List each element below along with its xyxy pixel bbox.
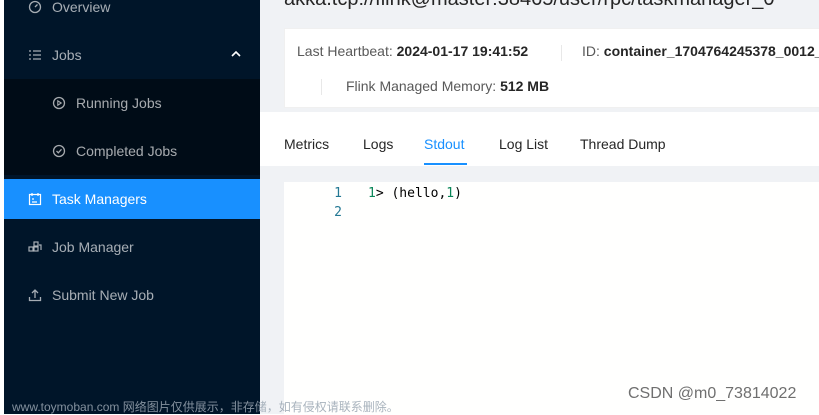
active-tab-indicator xyxy=(424,163,467,165)
tab-log-list[interactable]: Log List xyxy=(499,112,548,164)
divider xyxy=(321,79,322,95)
main-content: akka.tcp://flink@master:38465/user/rpc/t… xyxy=(260,0,819,414)
heartbeat-label: Last Heartbeat: xyxy=(297,43,393,59)
sidebar-item-jobs[interactable]: Jobs xyxy=(4,35,260,75)
schedule-icon xyxy=(28,192,42,206)
tab-stdout[interactable]: Stdout xyxy=(424,112,464,164)
dashboard-icon xyxy=(28,0,42,14)
sidebar-item-submit-new-job[interactable]: Submit New Job xyxy=(4,275,260,315)
code-line[interactable]: 1> (hello,1) xyxy=(368,186,462,201)
tab-logs[interactable]: Logs xyxy=(363,112,393,164)
line-number: 2 xyxy=(334,205,342,220)
play-circle-icon xyxy=(52,96,66,110)
tab-thread-dump[interactable]: Thread Dump xyxy=(580,112,666,164)
page-title: akka.tcp://flink@master:38465/user/rpc/t… xyxy=(284,0,775,11)
taskmanager-details: Last Heartbeat: 2024-01-17 19:41:52 ID: … xyxy=(284,28,819,108)
tab-metrics[interactable]: Metrics xyxy=(284,112,329,164)
id-value: container_1704764245378_0012_ xyxy=(603,43,819,59)
sidebar-item-task-managers[interactable]: Task Managers xyxy=(4,179,260,219)
stdout-editor[interactable]: 1 2 1> (hello,1) xyxy=(284,182,819,414)
id-row: ID: container_1704764245378_0012_ xyxy=(582,43,819,59)
memory-row: Flink Managed Memory: 512 MB xyxy=(346,78,549,94)
cluster-icon xyxy=(28,240,42,254)
footer-note: www.toymoban.com 网络图片仅供展示，非存储，如有侵权请联系删除。 xyxy=(12,400,399,414)
code-token: > (hello, xyxy=(375,186,447,201)
chevron-up-icon[interactable] xyxy=(230,48,242,60)
code-token: 1 xyxy=(446,186,455,201)
sidebar-item-completed-jobs[interactable]: Completed Jobs xyxy=(4,131,260,171)
sidebar-item-label: Running Jobs xyxy=(76,95,162,111)
sidebar-item-label: Task Managers xyxy=(52,191,147,207)
sidebar-item-running-jobs[interactable]: Running Jobs xyxy=(4,83,260,123)
memory-value: 512 MB xyxy=(500,78,550,94)
line-number: 1 xyxy=(334,186,342,201)
sidebar-item-label: Overview xyxy=(52,0,111,15)
memory-label: Flink Managed Memory: xyxy=(346,78,497,94)
heartbeat-row: Last Heartbeat: 2024-01-17 19:41:52 xyxy=(297,43,528,59)
upload-icon xyxy=(28,288,42,302)
divider xyxy=(561,45,562,61)
tab-bar: Metrics Logs Stdout Log List Thread Dump xyxy=(260,112,819,166)
list-icon xyxy=(28,48,42,62)
id-label: ID: xyxy=(582,43,600,59)
sidebar-item-label: Jobs xyxy=(52,47,82,63)
sidebar-item-overview[interactable]: Overview xyxy=(4,0,260,27)
sidebar-item-job-manager[interactable]: Job Manager xyxy=(4,227,260,267)
sidebar: Overview Jobs Running Jobs Completed Job… xyxy=(4,0,260,414)
code-token: ) xyxy=(454,186,462,201)
check-circle-icon xyxy=(52,144,66,158)
watermark: CSDN @m0_73814022 xyxy=(628,385,797,402)
heartbeat-value: 2024-01-17 19:41:52 xyxy=(396,43,529,59)
code-token: 1 xyxy=(368,186,376,201)
sidebar-item-label: Job Manager xyxy=(52,239,134,255)
sidebar-item-label: Completed Jobs xyxy=(76,143,178,159)
sidebar-item-label: Submit New Job xyxy=(52,287,154,303)
